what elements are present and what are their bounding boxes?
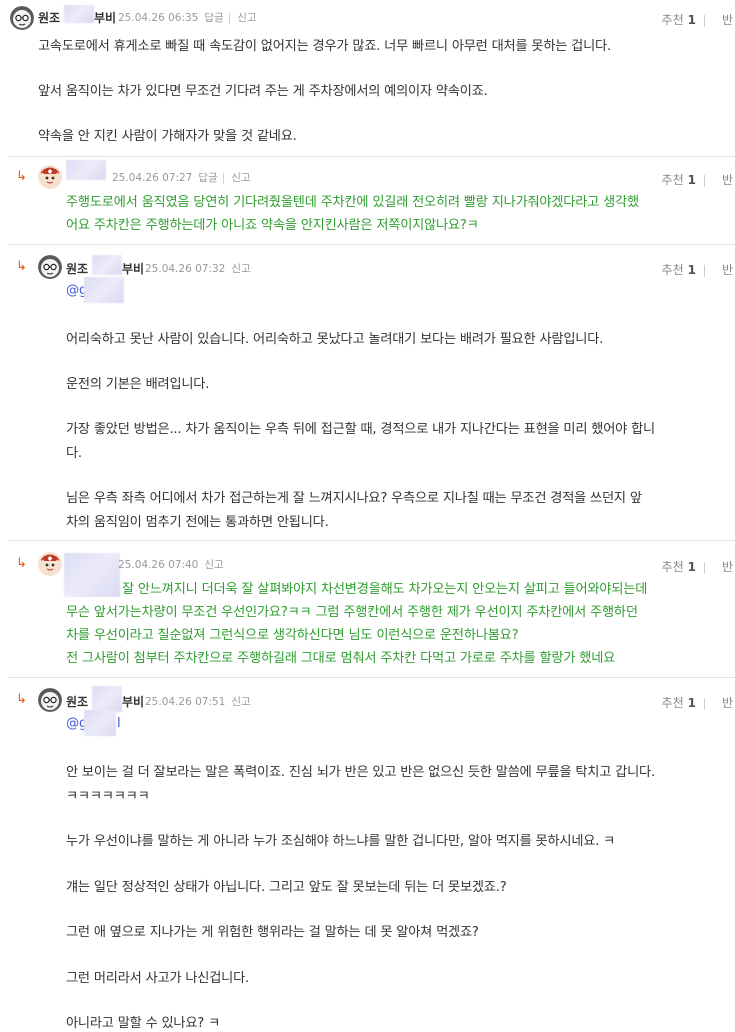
comment-meta: 25.04.26 07:51 신고: [145, 694, 251, 709]
comment-meta: 25.04.26 07:27 답글 | 신고: [112, 170, 251, 185]
avatar[interactable]: [10, 6, 34, 30]
comment-text-line: 님은 우측 좌측 어디에서 차가 접근하는게 잘 느껴지시나요? 우측으로 지나…: [66, 491, 642, 506]
comment-text-line: ㅋㅋㅋㅋㅋㅋㅋ: [66, 789, 150, 804]
comment-text-line: 전 그사람이 첨부터 주차칸으로 주행하길래 그대로 멈춰서 주차칸 다먹고 가…: [66, 651, 616, 666]
comment-reply: ↳ 25.04.26 07:27 답글 | 신고 추천 1 반 주행도로에서 움직였음 …: [0, 157, 735, 243]
nurse-avatar-icon: [38, 552, 62, 576]
author-name-suffix[interactable]: 부비: [94, 9, 116, 26]
report-link[interactable]: 신고: [237, 12, 256, 24]
comment-reply: ↳ 원조 부비 25.04.26 07:51 신고 추천 1 반 @g l 안 보이…: [0, 678, 735, 1032]
cat-avatar-icon: [38, 688, 62, 712]
avatar[interactable]: [38, 255, 62, 279]
oppose-button[interactable]: 반: [722, 558, 733, 575]
recommend-label: 추천: [661, 696, 684, 710]
divider: |: [221, 172, 226, 184]
mention-tail[interactable]: l: [117, 716, 121, 731]
avatar[interactable]: [38, 688, 62, 712]
divider: |: [227, 12, 232, 24]
report-link[interactable]: 신고: [231, 696, 250, 708]
comment-date: 25.04.26 07:32: [145, 263, 226, 275]
recommend-count: 1: [687, 560, 696, 574]
comment-text-line: 가장 좋았던 방법은... 차가 움직이는 우측 뒤에 접근할 때, 경적으로 …: [66, 422, 655, 437]
comment-meta: 25.04.26 06:35 답글 | 신고: [118, 10, 257, 25]
comment-text-line: 어리숙하고 못난 사람이 있습니다. 어리숙하고 못났다고 놀려대기 보다는 배…: [66, 332, 604, 347]
avatar[interactable]: [38, 552, 62, 576]
author-name-prefix[interactable]: 원조: [66, 260, 88, 277]
recommend[interactable]: 추천 1: [662, 558, 705, 575]
author-name-mask: [92, 686, 122, 712]
reply-arrow-icon: ↳: [16, 169, 27, 184]
oppose-button[interactable]: 반: [722, 261, 733, 278]
reply-link[interactable]: 답글: [198, 172, 217, 184]
author-name-mask: [64, 5, 94, 23]
author-name-suffix[interactable]: 부비: [122, 260, 144, 277]
cat-avatar-icon: [38, 255, 62, 279]
comment-text-line: 무슨 앞서가는차량이 무조건 우선인가요?ㅋㅋ 그럼 주행칸에서 주행한 제가 …: [66, 605, 638, 620]
comment-date: 25.04.26 07:40: [118, 559, 199, 571]
divider: [704, 561, 705, 574]
report-link[interactable]: 신고: [231, 263, 250, 275]
mention-mask: [84, 710, 116, 736]
avatar[interactable]: [38, 165, 62, 189]
divider: [704, 264, 705, 277]
recommend-count: 1: [687, 696, 696, 710]
comment-reply: ↳ 25.04.26 07:40 신고 추천 1 반 잘 안느껴지니 더더욱 잘 살…: [0, 541, 735, 676]
comment-text-line: 다.: [66, 446, 82, 461]
comment-date: 25.04.26 06:35: [118, 12, 199, 24]
recommend-count: 1: [687, 13, 696, 27]
nurse-avatar-icon: [38, 165, 62, 189]
recommend-label: 추천: [661, 263, 684, 277]
author-name-prefix[interactable]: 원조: [38, 9, 60, 26]
comment-date: 25.04.26 07:27: [112, 172, 193, 184]
recommend-label: 추천: [661, 560, 684, 574]
divider: [704, 174, 705, 187]
comment-text-line: 잘 안느껴지니 더더욱 잘 살펴봐야지 차선변경을해도 차가오는지 안오는지 살…: [122, 582, 648, 597]
comment-text-line: 차의 움직임이 멈추기 전에는 통과하면 안됩니다.: [66, 515, 329, 530]
cat-avatar-icon: [10, 6, 34, 30]
comment-text-line: 아니라고 말할 수 있나요? ㅋ: [66, 1016, 221, 1031]
author-name-suffix[interactable]: 부비: [122, 693, 144, 710]
reply-link[interactable]: 답글: [204, 12, 223, 24]
reply-arrow-icon: ↳: [16, 692, 27, 707]
comment-reply: ↳ 원조 부비 25.04.26 07:32 신고 추천 1 반 @g 어리숙하고 …: [0, 245, 735, 539]
comment-text-line: 앞서 움직이는 차가 있다면 무조건 기다려 주는 게 주차장에서의 예의이자 …: [38, 84, 488, 99]
author-name-mask: [64, 553, 120, 597]
reply-arrow-icon: ↳: [16, 556, 27, 571]
comment-text-line: 차를 우선이라고 칠순없져 그런식으로 생각하신다면 님도 이런식으로 운전하나…: [66, 628, 519, 643]
reply-arrow-icon: ↳: [16, 259, 27, 274]
comment-text-line: 그런 머리라서 사고가 나신겁니다.: [66, 971, 250, 986]
report-link[interactable]: 신고: [204, 559, 223, 571]
recommend[interactable]: 추천 1: [662, 694, 705, 711]
comment-text-line: 걔는 일단 정상적인 상태가 아닙니다. 그리고 앞도 잘 못보는데 뒤는 더 …: [66, 880, 507, 895]
author-name-mask: [66, 160, 106, 180]
oppose-button[interactable]: 반: [722, 11, 733, 28]
divider: [704, 697, 705, 710]
author-name-mask: [92, 255, 122, 275]
recommend[interactable]: 추천 1: [662, 261, 705, 278]
author-name-prefix[interactable]: 원조: [66, 693, 88, 710]
comment-meta: 25.04.26 07:32 신고: [145, 261, 251, 276]
comment-text-line: 어요 주차칸은 주행하는데가 아니죠 약속을 안지킨사람은 저쪽이지않나요?ㅋ: [66, 218, 479, 233]
recommend-count: 1: [687, 173, 696, 187]
comment-text-line: 약속을 안 지킨 사람이 가해자가 맞을 것 같네요.: [38, 129, 297, 144]
recommend-label: 추천: [661, 13, 684, 27]
comment-text-line: 누가 우선이냐를 말하는 게 아니라 누가 조심해야 하느냐를 말한 겁니다만,…: [66, 834, 616, 849]
comment-text-line: 주행도로에서 움직였음 당연히 기다려줬을텐데 주차칸에 있길래 전오히려 빨랑…: [66, 195, 639, 210]
comment-date: 25.04.26 07:51: [145, 696, 226, 708]
divider: [704, 14, 705, 27]
recommend[interactable]: 추천 1: [662, 171, 705, 188]
comment-text-line: 그런 애 옆으로 지나가는 게 위험한 행위라는 걸 말하는 데 못 알아쳐 먹…: [66, 925, 479, 940]
report-link[interactable]: 신고: [231, 172, 250, 184]
oppose-button[interactable]: 반: [722, 171, 733, 188]
comment-meta: 25.04.26 07:40 신고: [118, 557, 224, 572]
oppose-button[interactable]: 반: [722, 694, 733, 711]
comment-text-line: 운전의 기본은 배려입니다.: [66, 377, 210, 392]
comment-text-line: 안 보이는 걸 더 잘보라는 말은 폭력이죠. 진심 뇌가 반은 있고 반은 없…: [66, 765, 655, 780]
recommend[interactable]: 추천 1: [662, 11, 705, 28]
recommend-count: 1: [687, 263, 696, 277]
recommend-label: 추천: [661, 173, 684, 187]
mention-mask: [84, 277, 124, 303]
comment: 원조 부비 25.04.26 06:35 답글 | 신고 추천 1 반 고속도로에서 휴…: [0, 0, 735, 155]
comment-text-line: 고속도로에서 휴게소로 빠질 때 속도감이 없어지는 경우가 많죠. 너무 빠르…: [38, 39, 611, 54]
